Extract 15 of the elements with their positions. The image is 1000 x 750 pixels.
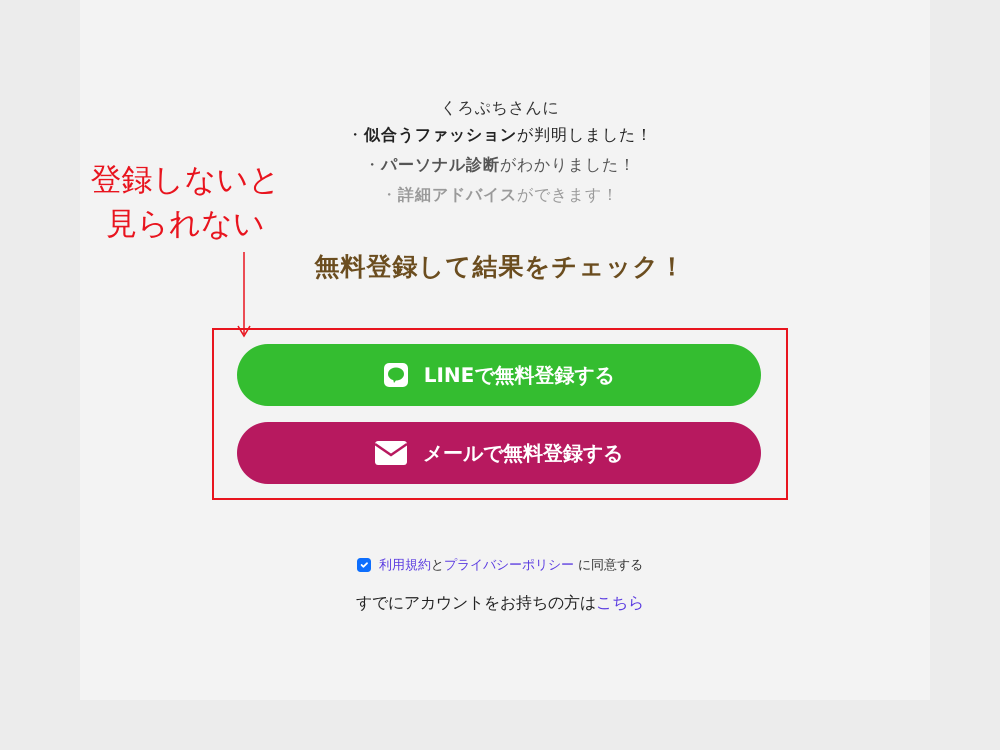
result-line: ・詳細アドバイスができます！ (381, 184, 619, 206)
terms-link[interactable]: 利用規約 (378, 558, 431, 572)
annotation-text: 登録しないと 見られない (90, 161, 282, 244)
envelope-icon (375, 440, 407, 464)
chat-bubble-icon (384, 362, 408, 386)
mail-register-button[interactable]: メールで無料登録する (237, 422, 761, 484)
result-line: ・似合うファッションが判明しました！ (347, 124, 653, 146)
result-line: ・パーソナル診断がわかりました！ (364, 154, 636, 176)
heading: 無料登録して結果をチェック！ (314, 251, 686, 283)
agree-checkbox[interactable] (356, 558, 371, 572)
login-link[interactable]: こちら (596, 593, 644, 612)
greeting-text: くろぷちさんに (440, 97, 560, 119)
login-text: すでにアカウントをお持ちの方はこちら (356, 592, 644, 614)
privacy-policy-link[interactable]: プライバシーポリシー (444, 558, 574, 572)
agree-text: 利用規約 と プライバシーポリシー に同意する (378, 556, 644, 574)
